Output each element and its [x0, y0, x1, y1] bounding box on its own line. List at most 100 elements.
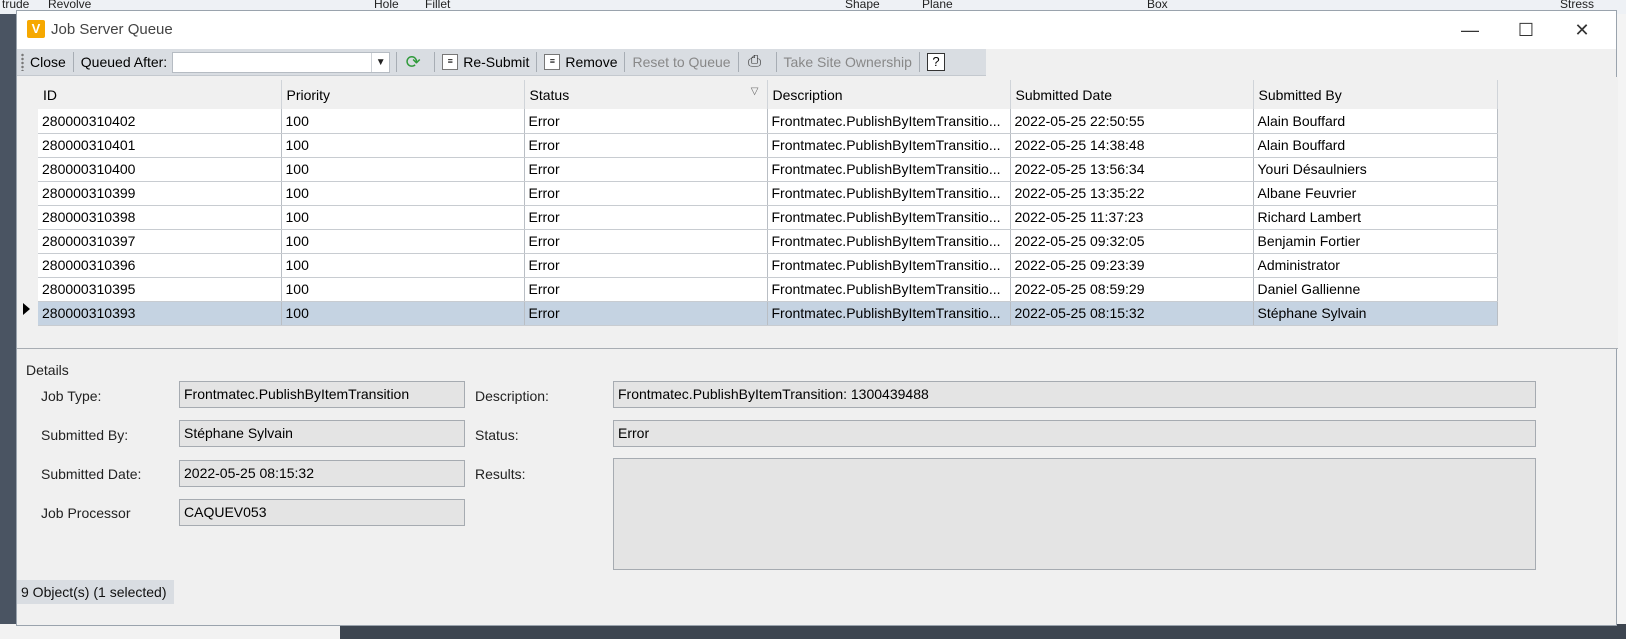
cell-id: 280000310393 — [38, 301, 282, 326]
cell-submitted-by: Benjamin Fortier — [1253, 229, 1498, 254]
print-button[interactable]: ⎙ — [741, 50, 774, 75]
cell-description: Frontmatec.PublishByItemTransitio... — [767, 109, 1011, 134]
vault-app-icon: V — [27, 20, 45, 38]
column-header-status[interactable]: Status ▽ — [524, 80, 768, 109]
table-row[interactable]: 280000310401 100 Error Frontmatec.Publis… — [38, 133, 1498, 158]
help-button[interactable]: ? — [922, 50, 950, 75]
cell-id: 280000310399 — [38, 181, 282, 206]
cell-priority: 100 — [281, 205, 525, 230]
cell-submitted-by: Youri Désaulniers — [1253, 157, 1498, 182]
submitted-date-field[interactable]: 2022-05-25 08:15:32 — [179, 460, 465, 487]
chevron-down-icon[interactable]: ▼ — [371, 52, 389, 72]
cell-submitted-date: 2022-05-25 11:37:23 — [1010, 205, 1254, 230]
toolbar-separator — [72, 52, 74, 72]
cell-submitted-date: 2022-05-25 08:59:29 — [1010, 277, 1254, 302]
cell-description: Frontmatec.PublishByItemTransitio... — [767, 181, 1011, 206]
table-row[interactable]: 280000310400 100 Error Frontmatec.Publis… — [38, 157, 1498, 182]
cell-id: 280000310402 — [38, 109, 282, 134]
cell-status: Error — [524, 277, 768, 302]
cell-priority: 100 — [281, 133, 525, 158]
toolbar-separator — [737, 52, 739, 72]
toolbar-separator — [624, 52, 626, 72]
printer-icon: ⎙ — [748, 53, 761, 70]
table-row[interactable]: 280000310397 100 Error Frontmatec.Publis… — [38, 229, 1498, 254]
table-row[interactable]: 280000310396 100 Error Frontmatec.Publis… — [38, 253, 1498, 278]
cell-description: Frontmatec.PublishByItemTransitio... — [767, 205, 1011, 230]
minimize-button[interactable]: — — [1442, 11, 1498, 49]
title-bar[interactable]: V Job Server Queue — ☐ ✕ — [17, 11, 1616, 49]
remove-button[interactable]: ≡ Remove — [539, 50, 622, 75]
table-row[interactable]: 280000310402 100 Error Frontmatec.Publis… — [38, 109, 1498, 134]
cell-description: Frontmatec.PublishByItemTransitio... — [767, 253, 1011, 278]
close-button[interactable]: Close — [25, 50, 71, 75]
table-row[interactable]: 280000310399 100 Error Frontmatec.Publis… — [38, 181, 1498, 206]
cell-submitted-date: 2022-05-25 14:38:48 — [1010, 133, 1254, 158]
refresh-icon: ⟳ — [405, 52, 421, 72]
toolbar-separator — [434, 52, 436, 72]
job-type-label: Job Type: — [41, 388, 102, 404]
reset-to-queue-button[interactable]: Reset to Queue — [627, 50, 735, 75]
cell-submitted-by: Albane Feuvrier — [1253, 181, 1498, 206]
table-row[interactable]: 280000310395 100 Error Frontmatec.Publis… — [38, 277, 1498, 302]
take-site-ownership-button[interactable]: Take Site Ownership — [779, 50, 917, 75]
submitted-date-label: Submitted Date: — [41, 466, 142, 482]
toolbar-separator — [396, 52, 398, 72]
remove-icon: ≡ — [544, 54, 561, 70]
cell-id: 280000310398 — [38, 205, 282, 230]
details-section-label: Details — [26, 362, 69, 378]
cell-description: Frontmatec.PublishByItemTransitio... — [767, 133, 1011, 158]
status-label: Status: — [475, 427, 519, 443]
column-header-submitted-date[interactable]: Submitted Date — [1010, 80, 1254, 109]
resubmit-button[interactable]: ≡ Re-Submit — [437, 50, 534, 75]
table-row[interactable]: 280000310398 100 Error Frontmatec.Publis… — [38, 205, 1498, 230]
cell-submitted-by: Richard Lambert — [1253, 205, 1498, 230]
cell-submitted-date: 2022-05-25 09:23:39 — [1010, 253, 1254, 278]
table-row-selected[interactable]: 280000310393 100 Error Frontmatec.Publis… — [38, 301, 1498, 326]
column-header-submitted-by[interactable]: Submitted By — [1253, 80, 1498, 109]
cell-id: 280000310401 — [38, 133, 282, 158]
cell-description: Frontmatec.PublishByItemTransitio... — [767, 157, 1011, 182]
cell-id: 280000310400 — [38, 157, 282, 182]
description-field[interactable]: Frontmatec.PublishByItemTransition: 1300… — [613, 381, 1536, 408]
cell-status: Error — [524, 157, 768, 182]
current-row-indicator-icon — [23, 303, 30, 315]
background-app-canvas — [0, 624, 1626, 639]
column-header-priority[interactable]: Priority — [281, 80, 525, 109]
cell-priority: 100 — [281, 109, 525, 134]
cell-status: Error — [524, 133, 768, 158]
job-processor-field[interactable]: CAQUEV053 — [179, 499, 465, 526]
cell-priority: 100 — [281, 301, 525, 326]
cell-status: Error — [524, 301, 768, 326]
queued-after-label: Queued After: — [80, 54, 168, 70]
cell-priority: 100 — [281, 181, 525, 206]
cell-submitted-by: Stéphane Sylvain — [1253, 301, 1498, 326]
cell-status: Error — [524, 181, 768, 206]
cell-priority: 100 — [281, 157, 525, 182]
cell-priority: 100 — [281, 277, 525, 302]
resubmit-icon: ≡ — [442, 54, 459, 70]
submitted-by-field[interactable]: Stéphane Sylvain — [179, 420, 465, 447]
cell-submitted-date: 2022-05-25 22:50:55 — [1010, 109, 1254, 134]
remove-label: Remove — [565, 54, 618, 70]
column-header-id[interactable]: ID — [38, 80, 282, 109]
cell-id: 280000310395 — [38, 277, 282, 302]
job-queue-grid: ID Priority Status ▽ Description Submitte… — [17, 77, 1618, 349]
job-type-field[interactable]: Frontmatec.PublishByItemTransition — [179, 381, 465, 408]
toolbar-separator — [918, 52, 920, 72]
status-field[interactable]: Error — [613, 420, 1536, 447]
job-processor-label: Job Processor — [41, 505, 131, 521]
cell-submitted-date: 2022-05-25 08:15:32 — [1010, 301, 1254, 326]
toolbar-separator — [536, 52, 538, 72]
maximize-button[interactable]: ☐ — [1498, 11, 1554, 49]
filter-icon[interactable]: ▽ — [751, 86, 759, 97]
refresh-button[interactable]: ⟳ — [399, 50, 432, 75]
background-app-edge — [1617, 14, 1626, 624]
column-header-description[interactable]: Description — [767, 80, 1011, 109]
close-window-button[interactable]: ✕ — [1554, 11, 1610, 49]
results-label: Results: — [475, 466, 526, 482]
cell-status: Error — [524, 253, 768, 278]
queued-after-dropdown[interactable]: ▼ — [172, 51, 391, 73]
status-bar: 9 Object(s) (1 selected) — [17, 580, 174, 604]
results-field[interactable] — [613, 458, 1536, 570]
job-server-queue-window: V Job Server Queue — ☐ ✕ Close Queued Af… — [16, 10, 1618, 626]
